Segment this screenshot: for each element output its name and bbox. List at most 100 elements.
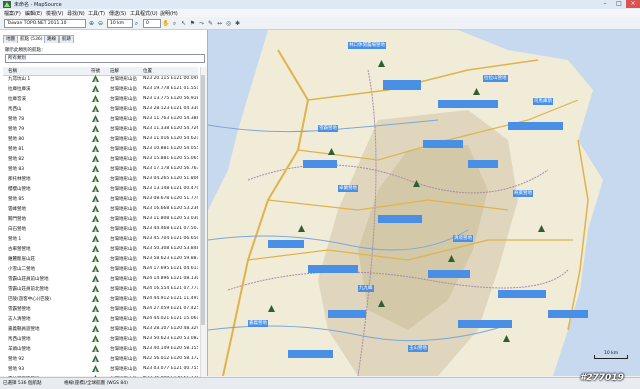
menu-edit[interactable]: 編輯(E) xyxy=(25,10,42,17)
map-label[interactable]: 九九峰 xyxy=(358,285,374,292)
category-filter-select[interactable]: 所有類別 xyxy=(5,54,205,63)
table-row[interactable]: 羊頭山營地 台灣地形山岳 N23 40.149 E120 58.155 xyxy=(3,345,198,353)
zoom-in-icon[interactable]: ⊕ xyxy=(88,20,95,27)
table-row[interactable]: 馬西山營地 台灣地形山岳 N23 50.623 E120 53.082 xyxy=(3,335,198,343)
map-product-select[interactable]: Taiwan TOPO.NET 2011.10 xyxy=(4,19,86,28)
minimize-button[interactable]: – xyxy=(598,0,612,8)
zoom-level-select[interactable]: 10 km xyxy=(107,19,133,28)
table-row[interactable]: 志人清營地 台灣地形山岳 N24 44.021 E121 15.061 xyxy=(3,315,198,323)
select-icon[interactable]: ↖ xyxy=(180,20,187,27)
map-label[interactable]: 林口休閒農場營地 xyxy=(348,42,386,49)
settings-icon[interactable]: ✱ xyxy=(234,20,241,27)
map-label-box[interactable] xyxy=(268,240,304,248)
close-button[interactable]: × xyxy=(626,0,640,8)
map-label[interactable]: 玉山營地 xyxy=(408,345,428,352)
map-label-box[interactable] xyxy=(303,160,337,168)
menu-view[interactable]: 檢視(V) xyxy=(46,10,63,17)
table-row[interactable]: 白石營地 台灣地形山岳 N23 44.468 E121 07.507 xyxy=(3,225,198,233)
view-select[interactable]: 0 xyxy=(143,19,161,28)
map-label[interactable]: 拉拉山營地 xyxy=(483,75,508,82)
map-view[interactable]: 林口休閒農場營地 拉拉山營地 司馬庫斯 雪霸營地 嘉義營地 卓蘭營地 清境營地 … xyxy=(208,30,640,376)
waypoint-pin-icon[interactable] xyxy=(473,88,480,95)
map-label-box[interactable] xyxy=(378,215,422,223)
zoom-out-icon[interactable]: ⊖ xyxy=(97,20,104,27)
waypoint-icon[interactable]: ⚑ xyxy=(189,20,196,27)
table-row[interactable]: 營地 78 台灣地形山岳 N23 11.763 E120 54.388 xyxy=(3,115,198,123)
map-label[interactable]: 司馬庫斯 xyxy=(533,98,553,105)
map-label-box[interactable] xyxy=(498,290,546,298)
table-row[interactable]: 雪霸營營地 台灣地形山岳 N24 27.059 E121 07.425 xyxy=(3,305,198,313)
table-row[interactable]: 櫻櫻山營地 台灣地形山岳 N23 13.148 E121 00.470 xyxy=(3,185,198,193)
table-row[interactable]: 營地 79 台灣地形山岳 N23 11.338 E120 54.726 xyxy=(3,125,198,133)
table-row[interactable]: 營地 83 台灣地形山岳 N23 17.178 E120 56.763 xyxy=(3,165,198,173)
table-row[interactable]: 營地 81 台灣地形山岳 N23 10.881 E120 54.055 xyxy=(3,145,198,153)
map-label-box[interactable] xyxy=(438,100,498,108)
track-icon[interactable]: ✎ xyxy=(207,20,214,27)
map-label-box[interactable] xyxy=(308,265,358,273)
waypoint-pin-icon[interactable] xyxy=(413,180,420,187)
map-label-box[interactable] xyxy=(548,310,588,318)
menu-find[interactable]: 尋找(N) xyxy=(67,10,85,17)
hand-icon[interactable]: ✋ xyxy=(162,20,169,27)
col-symbol[interactable]: 符號 xyxy=(91,68,100,74)
map-label-box[interactable] xyxy=(428,270,470,278)
tab-tracks[interactable]: 航跡 xyxy=(59,35,74,43)
waypoint-pin-icon[interactable] xyxy=(328,148,335,155)
table-row[interactable]: 營地 92 台灣地形山岳 N22 56.012 E120 58.172 xyxy=(3,355,198,363)
table-row[interactable]: 營地 80 台灣地形山岳 N23 11.016 E120 54.621 xyxy=(3,135,198,143)
map-label-box[interactable] xyxy=(328,310,366,318)
map-label-box[interactable] xyxy=(288,350,333,358)
waypoint-pin-icon[interactable] xyxy=(448,255,455,262)
table-row[interactable]: 營地 93 台灣地形山岳 N23 03.077 E121 00.755 xyxy=(3,365,198,373)
col-position[interactable]: 位置 xyxy=(143,68,152,74)
map-label[interactable]: 卓蘭營地 xyxy=(338,185,358,192)
map-label[interactable]: 嘉義營地 xyxy=(248,320,268,327)
col-name[interactable]: 名稱 xyxy=(8,68,17,74)
menu-help[interactable]: 說明(H) xyxy=(160,10,178,17)
map-label-box[interactable] xyxy=(383,80,421,90)
map-label[interactable]: 雪霸營地 xyxy=(318,125,338,132)
table-row[interactable]: 營地 82 台灣地形山岳 N23 15.881 E120 55.065 xyxy=(3,155,198,163)
map-label-box[interactable] xyxy=(423,140,463,148)
table-row[interactable]: 營地 1 台灣地形山岳 N23 45.704 E121 06.650 xyxy=(3,235,198,243)
table-row[interactable]: 雪霸山莊員前山營地 台灣地形山岳 N24 14.896 E121 08.130 xyxy=(3,275,198,283)
tab-maps[interactable]: 地圖 xyxy=(3,35,18,43)
table-row[interactable]: 古車營營地 台灣地形山岳 N23 50.308 E120 53.848 xyxy=(3,245,198,253)
map-label-box[interactable] xyxy=(468,160,498,168)
map-label[interactable]: 清境營地 xyxy=(453,235,473,242)
table-row[interactable]: 雲峰營地 台灣地形山岳 N23 16.668 E120 53.236 xyxy=(3,205,198,213)
table-row[interactable]: 馬西山 台灣地形山岳 N23 28.123 E121 04.330 xyxy=(3,105,198,113)
map-label-box[interactable] xyxy=(458,320,512,328)
list-scroll-thumb[interactable] xyxy=(201,75,205,325)
menu-tools[interactable]: 工具(T) xyxy=(88,10,105,17)
tab-waypoints[interactable]: 航點 (536) xyxy=(17,35,46,43)
waypoint-pin-icon[interactable] xyxy=(298,225,305,232)
gps-icon[interactable]: ◎ xyxy=(225,20,232,27)
tab-routes[interactable]: 路線 xyxy=(44,35,59,43)
table-row[interactable]: 九芎坑山 1 台灣地形山岳 N23 20.115 E121 00.049 xyxy=(3,75,198,83)
waypoint-pin-icon[interactable] xyxy=(268,305,275,312)
table-row[interactable]: 錐麓斷崖山莊 台灣地形山岳 N23 58.623 E120 59.887 xyxy=(3,255,198,263)
table-row[interactable]: 營地 85 台灣地形山岳 N23 08.678 E120 51.774 xyxy=(3,195,198,203)
table-row[interactable]: 巴陵(遊客中心)(巴陵) 台灣地形山岳 N24 44.912 E121 11.491 xyxy=(3,295,198,303)
maximize-button[interactable]: □ xyxy=(612,0,626,8)
col-comment[interactable]: 註解 xyxy=(110,68,119,74)
route-icon[interactable]: ⤳ xyxy=(198,20,205,27)
table-row[interactable]: 嘉義縣員遊營地 台灣地形山岳 N23 28.107 E120 48.329 xyxy=(3,325,198,333)
waypoint-pin-icon[interactable] xyxy=(378,300,385,307)
table-row[interactable]: 小雪山二營地 台灣地形山岳 N24 17.695 E121 04.611 xyxy=(3,265,198,273)
map-label[interactable]: 奇萊營地 xyxy=(513,190,533,197)
table-row[interactable]: 那托林營地 台灣地形山岳 N23 04.265 E120 51.806 xyxy=(3,175,198,183)
search-icon[interactable]: ⌕ xyxy=(133,20,140,27)
table-row[interactable]: 關門營地 台灣地形山岳 N23 11.808 E120 53.030 xyxy=(3,215,198,223)
zoom-tool-icon[interactable]: ⌕ xyxy=(171,20,178,27)
menu-utilities[interactable]: 工具程式(U) xyxy=(130,10,158,17)
table-row[interactable]: 雪霸山莊員前北營地 台灣地形山岳 N24 16.554 E121 07.771 xyxy=(3,285,198,293)
measure-icon[interactable]: ↔ xyxy=(216,20,223,27)
menu-transfer[interactable]: 傳送(S) xyxy=(109,10,126,17)
waypoint-pin-icon[interactable] xyxy=(538,225,545,232)
waypoint-pin-icon[interactable] xyxy=(378,60,385,67)
table-row[interactable]: 拉庫音溪 台灣地形山岳 N23 13.775 E120 56.918 xyxy=(3,95,198,103)
map-label-box[interactable] xyxy=(508,122,563,130)
table-row[interactable]: 拉庫拉庫溪 台灣地形山岳 N23 19.778 E121 01.551 xyxy=(3,85,198,93)
